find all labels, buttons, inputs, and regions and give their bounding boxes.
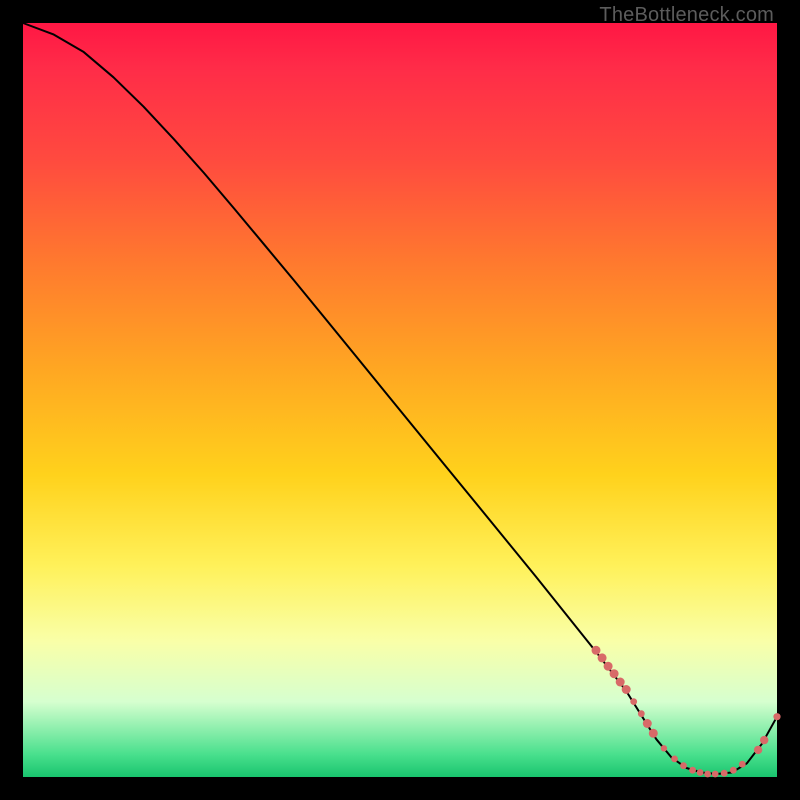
- data-point: [649, 729, 658, 738]
- bottleneck-curve: [23, 23, 777, 774]
- data-point: [592, 646, 601, 655]
- chart-frame: TheBottleneck.com: [0, 0, 800, 800]
- data-point: [704, 771, 711, 778]
- data-point: [671, 756, 678, 763]
- data-point: [754, 746, 762, 754]
- data-point: [598, 653, 607, 662]
- data-point: [689, 767, 696, 774]
- data-point: [661, 745, 667, 751]
- data-point: [721, 770, 728, 777]
- data-point: [616, 678, 625, 687]
- data-point: [697, 769, 704, 776]
- data-point: [739, 761, 746, 768]
- data-point: [730, 767, 737, 774]
- data-point: [638, 710, 645, 717]
- plot-area: [23, 23, 777, 777]
- data-point: [760, 736, 768, 744]
- data-point: [630, 698, 637, 705]
- data-point: [622, 685, 631, 694]
- curve-layer: [23, 23, 777, 777]
- data-point: [604, 662, 613, 671]
- data-point: [773, 713, 780, 720]
- data-point: [643, 719, 652, 728]
- data-point: [712, 771, 719, 778]
- data-point: [610, 669, 619, 678]
- data-point: [680, 762, 687, 769]
